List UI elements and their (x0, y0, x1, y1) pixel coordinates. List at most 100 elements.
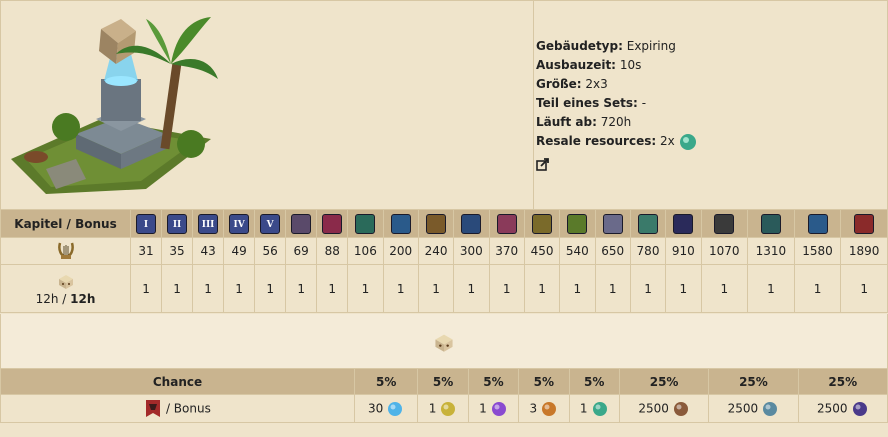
stack-value: 1 (254, 264, 287, 313)
production-value: 540 (559, 237, 596, 265)
reward-cell: 1 (568, 394, 620, 423)
production-value: 1310 (747, 237, 795, 265)
building-info: Gebäudetyp: Expiring Ausbauzeit: 10s Grö… (534, 1, 887, 209)
reward-amount: 1 (579, 401, 588, 415)
era-badge-icon (714, 213, 735, 234)
expires-value: 720h (600, 115, 632, 129)
era-header-row: Kapitel / Bonus I II III IV V (0, 209, 888, 238)
reward-cell: 2500 (797, 394, 888, 423)
production-value: 43 (192, 237, 225, 265)
production-value: 56 (254, 237, 287, 265)
era-header-cell (840, 209, 888, 238)
bonus-label-cell: / Bonus (0, 394, 355, 423)
stack-value: 1 (793, 264, 842, 313)
chance-value: 5% (467, 368, 520, 395)
era-header-cell (594, 209, 631, 238)
stack-value: 1 (629, 264, 667, 313)
era-badge-icon (602, 213, 623, 234)
era-badge-icon (291, 213, 312, 234)
size-label: Größe: (536, 77, 582, 91)
diamond-icon (388, 401, 403, 416)
crystal-icon (491, 401, 506, 416)
production-value: 1890 (840, 237, 888, 265)
building-illustration (11, 17, 218, 194)
production-value: 31 (129, 237, 163, 265)
orb-icon (679, 133, 696, 150)
chance-value: 25% (618, 368, 710, 395)
era-header-cell (523, 209, 561, 238)
size-line: Größe: 2x3 (536, 75, 887, 94)
set-line: Teil eines Sets: - (536, 94, 887, 113)
production-value: 370 (488, 237, 525, 265)
era-header-cell: V (254, 209, 287, 238)
reward-row: / Bonus 30 1 1 3 1 2500 2500 2500 (0, 394, 888, 423)
production-value: 650 (594, 237, 631, 265)
chance-table: Chance 5% 5% 5% 5% 5% 25% 25% 25% / Bonus 30 1 1 3… (0, 368, 888, 423)
fortune-dice-icon (58, 274, 73, 289)
random-reward-band (0, 314, 888, 368)
production-value: 450 (523, 237, 561, 265)
expires-label: Läuft ab: (536, 115, 597, 129)
size-value: 2x3 (585, 77, 608, 91)
era-badge-icon: I (136, 213, 157, 234)
reward-cell: 30 (353, 394, 419, 423)
chance-header-label: Chance (0, 368, 355, 395)
stack-value: 1 (747, 264, 795, 313)
reward-amount: 1 (428, 401, 437, 415)
resale-value: 2x (659, 134, 675, 148)
era-badge-icon: IV (229, 213, 250, 234)
reward-amount: 3 (529, 401, 538, 415)
stack-value: 1 (594, 264, 631, 313)
stack-value: 1 (453, 264, 490, 313)
barrel-icon (673, 401, 688, 416)
era-badge-icon: V (260, 213, 281, 234)
chance-value: 5% (353, 368, 419, 395)
stack-value: 1 (382, 264, 419, 313)
building-type-line: Gebäudetyp: Expiring (536, 37, 887, 56)
era-badge-icon (426, 213, 447, 234)
era-badge-icon (461, 213, 482, 234)
chance-value: 25% (708, 368, 799, 395)
production-value: 35 (161, 237, 194, 265)
era-header-cell (488, 209, 525, 238)
era-header-cell: IV (223, 209, 256, 238)
stack-value: 1 (223, 264, 256, 313)
era-badge-icon (322, 213, 343, 234)
era-badge-icon: III (198, 213, 219, 234)
production-value: 780 (629, 237, 667, 265)
reward-amount: 2500 (727, 401, 759, 415)
era-header-cell (700, 209, 749, 238)
stack-value: 1 (488, 264, 525, 313)
era-header-cell: I (129, 209, 163, 238)
reward-cell: 2500 (708, 394, 799, 423)
cloth-icon (763, 401, 778, 416)
production-value: 240 (417, 237, 455, 265)
lyre-icon (57, 242, 74, 259)
stack-label-cell: 12h / 12h (0, 264, 131, 313)
resale-line: Resale resources: 2x (536, 132, 887, 151)
era-badge-icon (355, 213, 376, 234)
stack-value: 1 (417, 264, 455, 313)
building-type-value: Expiring (626, 39, 676, 53)
share-icon[interactable] (536, 157, 550, 171)
era-header-cell: III (192, 209, 225, 238)
bonus-label: / Bonus (165, 401, 211, 415)
expires-line: Läuft ab: 720h (536, 113, 887, 132)
era-badge-icon (854, 213, 875, 234)
era-badge-icon (496, 213, 517, 234)
stack-value: 1 (347, 264, 384, 313)
reward-amount: 30 (368, 401, 384, 415)
reward-amount: 2500 (817, 401, 848, 415)
pearls-icon (852, 401, 867, 416)
era-header-cell (559, 209, 596, 238)
production-label-cell (0, 237, 131, 265)
build-time-line: Ausbauzeit: 10s (536, 56, 887, 75)
potion-icon (441, 401, 456, 416)
era-badge-icon (673, 213, 694, 234)
era-header-cell (665, 209, 702, 238)
banner-icon (146, 399, 161, 417)
era-header-cell (347, 209, 384, 238)
chance-value: 5% (417, 368, 469, 395)
stack-value: 1 (523, 264, 561, 313)
production-value: 1070 (700, 237, 749, 265)
